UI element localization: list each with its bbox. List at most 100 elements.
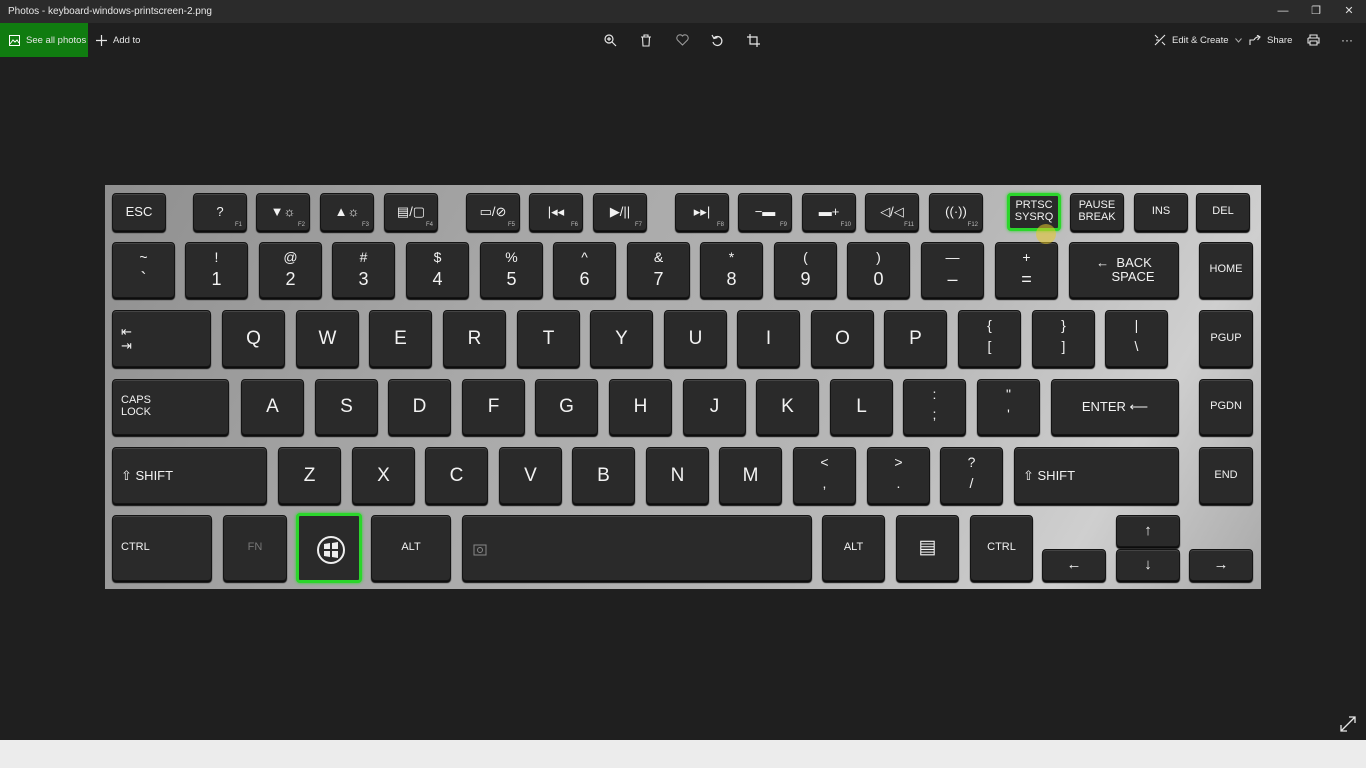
key-arrow-left-label: ←: [1066, 556, 1082, 574]
key-o: O: [811, 310, 874, 367]
key-num-4: $4: [406, 242, 469, 298]
delete-button[interactable]: [640, 23, 652, 57]
key-row1-14-label: PAUSE BREAK: [1078, 199, 1116, 223]
edit-create-button[interactable]: Edit & Create: [1154, 23, 1242, 57]
key-m-label: M: [742, 464, 759, 486]
add-to-label: Add to: [113, 34, 141, 46]
key-quote: " ': [977, 379, 1040, 435]
key-num-12: + =: [995, 242, 1058, 298]
key-e: E: [369, 310, 432, 367]
key-semicolon-lower: ;: [932, 406, 937, 422]
keyboard-photo: ESC? F1 ▼☼ F2 ▲☼ F3 ▤/▢ F4 ▭/⊘ F5 |◂◂ F6 ▶/|| F7 ▸▸| F8…: [105, 185, 1261, 589]
key-punct-1-upper: >: [894, 454, 903, 470]
edit-create-icon: [1154, 34, 1166, 46]
key-row1-7-fn-label: F7: [634, 222, 642, 228]
key-ralt-label: ALT: [843, 541, 864, 554]
print-button[interactable]: [1307, 23, 1320, 57]
key-bracket-1-upper: }: [1061, 317, 1066, 333]
favorite-button[interactable]: [676, 23, 689, 57]
key-punct-2-lower: /: [969, 474, 974, 491]
add-to-button[interactable]: Add to: [96, 23, 140, 57]
rotate-button[interactable]: [711, 23, 724, 57]
toolbar: See all photos Add to Edit & Create Shar…: [0, 23, 1366, 57]
key-enter-label: ENTER ⟵: [1081, 399, 1149, 415]
mouse-cursor-highlight: [1036, 224, 1056, 244]
crop-button[interactable]: [747, 23, 760, 57]
key-num-8-lower: 8: [726, 269, 737, 289]
key-v-label: V: [524, 464, 537, 486]
key-pgdn-label: PGDN: [1210, 400, 1242, 413]
key-windows: [296, 513, 362, 583]
key-num-8-upper: *: [728, 249, 735, 265]
key-num-7-lower: 7: [653, 269, 664, 289]
key-bracket-0-upper: {: [987, 317, 992, 333]
key-b-label: B: [597, 464, 610, 486]
key-lalt: ALT: [371, 515, 451, 581]
key-r-label: R: [467, 327, 482, 349]
key-fn: FN: [223, 515, 287, 581]
key-d: D: [388, 379, 451, 435]
plus-icon: [96, 34, 107, 46]
key-arrow-down: ↓: [1116, 549, 1180, 581]
see-all-photos-button[interactable]: See all photos: [0, 23, 88, 57]
key-arrow-right-label: →: [1213, 556, 1229, 574]
key-k-label: K: [781, 396, 794, 418]
key-row1-16: DEL: [1196, 193, 1250, 231]
see-all-photos-label: See all photos: [26, 34, 87, 46]
key-s: S: [315, 379, 378, 435]
edit-create-label: Edit & Create: [1172, 34, 1229, 46]
key-row1-2-fn-label: F2: [297, 222, 305, 228]
key-row1-13: PRTSC SYSRQ: [1007, 193, 1061, 231]
key-home: HOME: [1199, 242, 1253, 298]
key-h-label: H: [633, 396, 648, 418]
key-tab-label: ⇤ ⇥: [121, 323, 132, 353]
windows-logo-icon: [317, 536, 345, 564]
key-pgup: PGUP: [1199, 310, 1253, 367]
key-row1-11: ◁/◁ F11: [865, 193, 919, 231]
key-semicolon-upper: :: [932, 386, 937, 402]
key-num-10-upper: ): [876, 249, 881, 265]
key-j-label: J: [709, 396, 720, 418]
title-bar: Photos - keyboard-windows-printscreen-2.…: [0, 0, 1366, 23]
key-num-6: ^ 6: [553, 242, 616, 298]
key-tab: ⇤ ⇥: [112, 310, 211, 367]
key-row1-10: ▬+ F10: [802, 193, 856, 231]
key-arrow-right: →: [1189, 549, 1253, 581]
key-num-9-lower: 9: [800, 269, 811, 289]
key-w-label: W: [318, 327, 337, 349]
key-num-12-upper: +: [1022, 249, 1031, 265]
key-num-0: ~ `: [112, 242, 175, 298]
key-row1-9: −▬ F9: [738, 193, 792, 231]
key-row1-2: ▼☼ F2: [256, 193, 310, 231]
favorite-icon: [676, 34, 689, 46]
zoom-button[interactable]: [604, 23, 617, 57]
key-rshift: ⇧ SHIFT: [1014, 447, 1179, 504]
minimize-button[interactable]: —: [1266, 0, 1300, 23]
print-icon: [1307, 34, 1320, 46]
close-button[interactable]: ✕: [1332, 0, 1366, 23]
key-r: R: [443, 310, 506, 367]
key-arrow-up-label: ↑: [1144, 522, 1152, 540]
key-num-2-lower: 2: [285, 269, 296, 289]
share-button[interactable]: Share: [1249, 23, 1292, 57]
key-menu: ▤: [896, 515, 959, 581]
key-row1-11-fn-label: F11: [904, 222, 914, 228]
key-num-2: @2: [259, 242, 322, 298]
restore-button[interactable]: ❐: [1299, 0, 1333, 23]
key-num-11-lower: –: [947, 269, 958, 289]
key-row1-12: ((·)) F12: [929, 193, 983, 231]
key-row1-15: INS: [1134, 193, 1188, 231]
key-row1-8-fn-label: F8: [716, 222, 724, 228]
key-i: I: [737, 310, 800, 367]
key-rshift-label: ⇧ SHIFT: [1023, 467, 1076, 483]
key-num-3: #3: [332, 242, 395, 298]
more-button[interactable]: ···: [1341, 23, 1353, 57]
key-num-5-lower: 5: [506, 269, 517, 289]
key-punct-2-upper: ?: [967, 454, 976, 470]
key-lalt-label: ALT: [401, 541, 421, 554]
key-row1-0: ESC: [112, 193, 166, 231]
expand-icon[interactable]: [1340, 716, 1356, 732]
key-p: P: [884, 310, 947, 367]
key-row1-4-fn-label: F4: [425, 222, 433, 228]
key-lshift-label: ⇧ SHIFT: [121, 467, 174, 483]
